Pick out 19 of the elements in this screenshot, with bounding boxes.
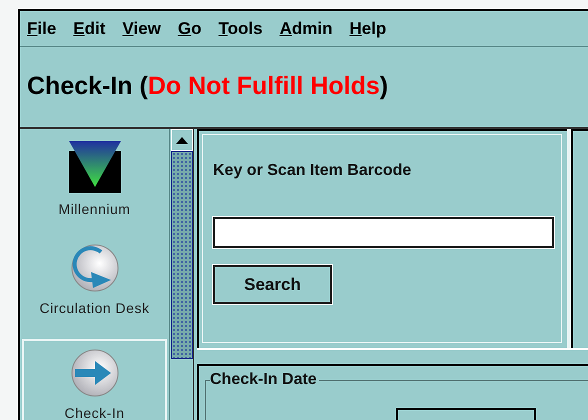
up-arrow-icon <box>176 136 188 144</box>
barcode-field[interactable] <box>213 217 554 248</box>
sidebar-item[interactable]: Check-In <box>22 339 167 420</box>
scrollbar[interactable] <box>170 129 194 420</box>
menu-item[interactable]: Tools <box>218 16 263 42</box>
menu-item[interactable]: Admin <box>280 16 332 42</box>
sidebar-item[interactable]: Millennium <box>22 137 167 226</box>
barcode-label: Key or Scan Item Barcode <box>213 161 412 181</box>
scroll-up-button[interactable] <box>170 129 192 151</box>
menu-item[interactable]: Go <box>178 16 202 42</box>
menu-item[interactable]: View <box>122 16 161 42</box>
page-title: Check-In (Do Not Fulfill Holds) <box>27 71 388 102</box>
sidebar-item[interactable]: Circulation Desk <box>22 240 167 325</box>
menu-item[interactable]: File <box>27 16 56 42</box>
menu-item[interactable]: Edit <box>73 16 106 42</box>
menu-item[interactable]: Help <box>349 16 386 42</box>
search-button[interactable]: Search <box>213 265 332 304</box>
scroll-thumb[interactable] <box>170 151 192 359</box>
triangle-logo-icon <box>68 141 120 193</box>
